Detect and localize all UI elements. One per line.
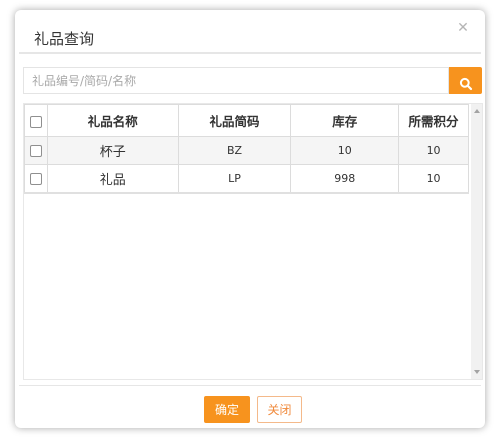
row-checkbox[interactable]	[29, 145, 42, 157]
stock-cell: 10	[290, 136, 400, 165]
scroll-up-icon[interactable]	[474, 109, 480, 113]
row-select-cell	[24, 136, 48, 165]
column-header-points[interactable]: 所需积分	[398, 104, 469, 137]
dialog-title: 礼品查询	[34, 30, 95, 48]
table-header-row: 礼品名称 礼品简码 库存 所需积分	[24, 104, 469, 137]
gift-code-cell: LP	[177, 164, 292, 193]
header-divider	[19, 52, 481, 54]
gift-table-container: 礼品名称 礼品简码 库存 所需积分 杯子 BZ 10 10 礼品 LP 998 …	[23, 103, 483, 380]
column-header-name[interactable]: 礼品名称	[46, 104, 179, 137]
vertical-scrollbar[interactable]	[471, 104, 482, 379]
select-all-checkbox[interactable]	[29, 115, 42, 128]
confirm-button[interactable]: 确定	[204, 396, 250, 423]
table-bottom-border	[24, 192, 469, 194]
gift-code-cell: BZ	[177, 136, 292, 165]
gift-name-cell: 杯子	[46, 136, 179, 165]
search-icon	[459, 77, 472, 90]
gift-query-dialog: 礼品查询 ✕ 礼品名称 礼品简码	[15, 10, 485, 428]
close-button[interactable]: 关闭	[257, 396, 302, 423]
footer-divider	[19, 385, 481, 386]
column-header-code[interactable]: 礼品简码	[177, 104, 292, 137]
gift-name-cell: 礼品	[46, 164, 179, 193]
search-button[interactable]	[449, 67, 482, 94]
row-select-cell	[24, 164, 48, 193]
points-cell: 10	[398, 164, 469, 193]
gift-table: 礼品名称 礼品简码 库存 所需积分 杯子 BZ 10 10 礼品 LP 998 …	[24, 104, 469, 193]
select-all-cell	[24, 104, 48, 137]
search-input[interactable]	[23, 67, 449, 94]
close-icon[interactable]: ✕	[455, 20, 471, 36]
column-header-stock[interactable]: 库存	[290, 104, 400, 137]
points-cell: 10	[398, 136, 469, 165]
table-row[interactable]: 杯子 BZ 10 10	[24, 136, 469, 165]
stock-cell: 998	[290, 164, 400, 193]
row-checkbox[interactable]	[29, 173, 42, 185]
table-row[interactable]: 礼品 LP 998 10	[24, 164, 469, 193]
scroll-down-icon[interactable]	[474, 370, 480, 374]
